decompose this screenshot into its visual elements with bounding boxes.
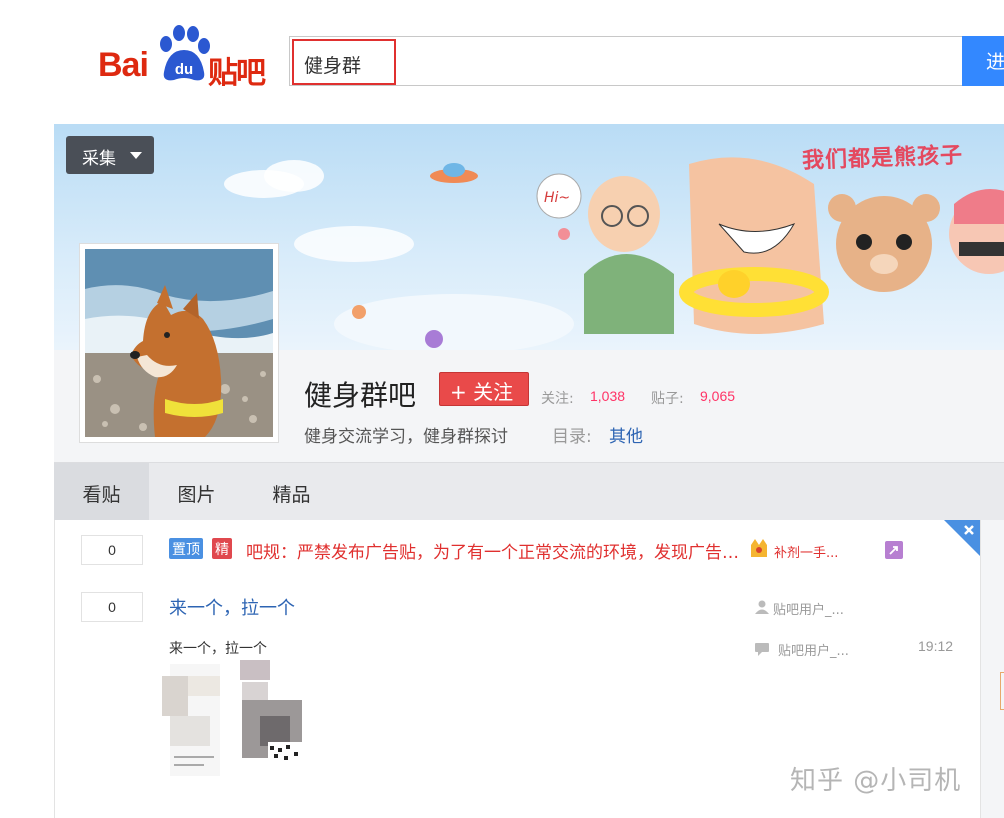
posts-label: 贴子: [651,391,684,407]
search-button[interactable]: 进 [962,36,1004,86]
logo-bai: Bai [98,46,149,84]
search-input[interactable]: 健身群 [292,39,396,85]
tab-threads[interactable]: 看贴 [54,463,149,521]
followers-label: 关注: [541,391,574,407]
forum-title: 健身群吧 [304,379,417,412]
thread-image-thumbnail[interactable] [160,656,315,780]
banner-hi-text: Hi~ [544,190,570,206]
tab-images[interactable]: 图片 [149,463,244,521]
thread-author[interactable]: 贴吧用户_... [773,599,844,618]
pinned-badge: 置顶 [169,538,203,559]
follow-button[interactable]: + 关注 [439,372,529,406]
directory-link[interactable]: 其他 [609,422,643,447]
thread-title-link[interactable]: 吧规：严禁发布广告贴，为了有一个正常交流的环境，发现广告一律删帖封禁 [246,538,740,563]
last-reply-user[interactable]: 贴吧用户_... [778,640,849,659]
logo-tieba: 贴吧 [208,56,266,91]
right-sidebar [980,520,1004,818]
sidebar-widget-edge [1000,672,1004,710]
directory-label: 目录: [552,427,592,447]
chevron-down-icon [130,152,142,159]
search-bar[interactable]: 健身群 [289,36,965,86]
paw-logo-icon: du [160,25,210,81]
reply-count: 0 [81,535,143,565]
svg-text:du: du [175,61,193,78]
close-icon[interactable] [944,520,980,556]
reply-count: 0 [81,592,143,622]
baidu-tieba-logo[interactable]: Bai du 贴吧 [98,24,270,91]
thread-abstract: 来一个，拉一个 [169,641,267,657]
zhihu-watermark: 知乎 @小司机 [790,766,962,796]
banner-slogan: 我们都是熊孩子 [801,143,964,174]
reply-user-icon [755,643,769,656]
posts-count: 9,065 [700,388,736,404]
shiba-dog-avatar-image [85,249,273,437]
followers-count: 1,038 [590,388,626,404]
thread-title-link[interactable]: 来一个，拉一个 [169,594,295,620]
collect-button[interactable]: 采集 [66,136,154,174]
crown-user-icon [751,539,767,557]
forum-tabs: 看贴 图片 精品 [54,462,1004,521]
user-icon [755,600,769,614]
last-reply-time: 19:12 [918,638,954,654]
forum-avatar[interactable] [79,243,279,443]
collect-label: 采集 [82,149,116,169]
forum-description: 健身交流学习，健身群探讨 [304,427,508,447]
featured-badge: 精 [212,538,232,559]
gender-icon [885,541,903,559]
thread-author[interactable]: 补剂一手... [774,542,838,561]
tab-featured[interactable]: 精品 [244,463,339,521]
